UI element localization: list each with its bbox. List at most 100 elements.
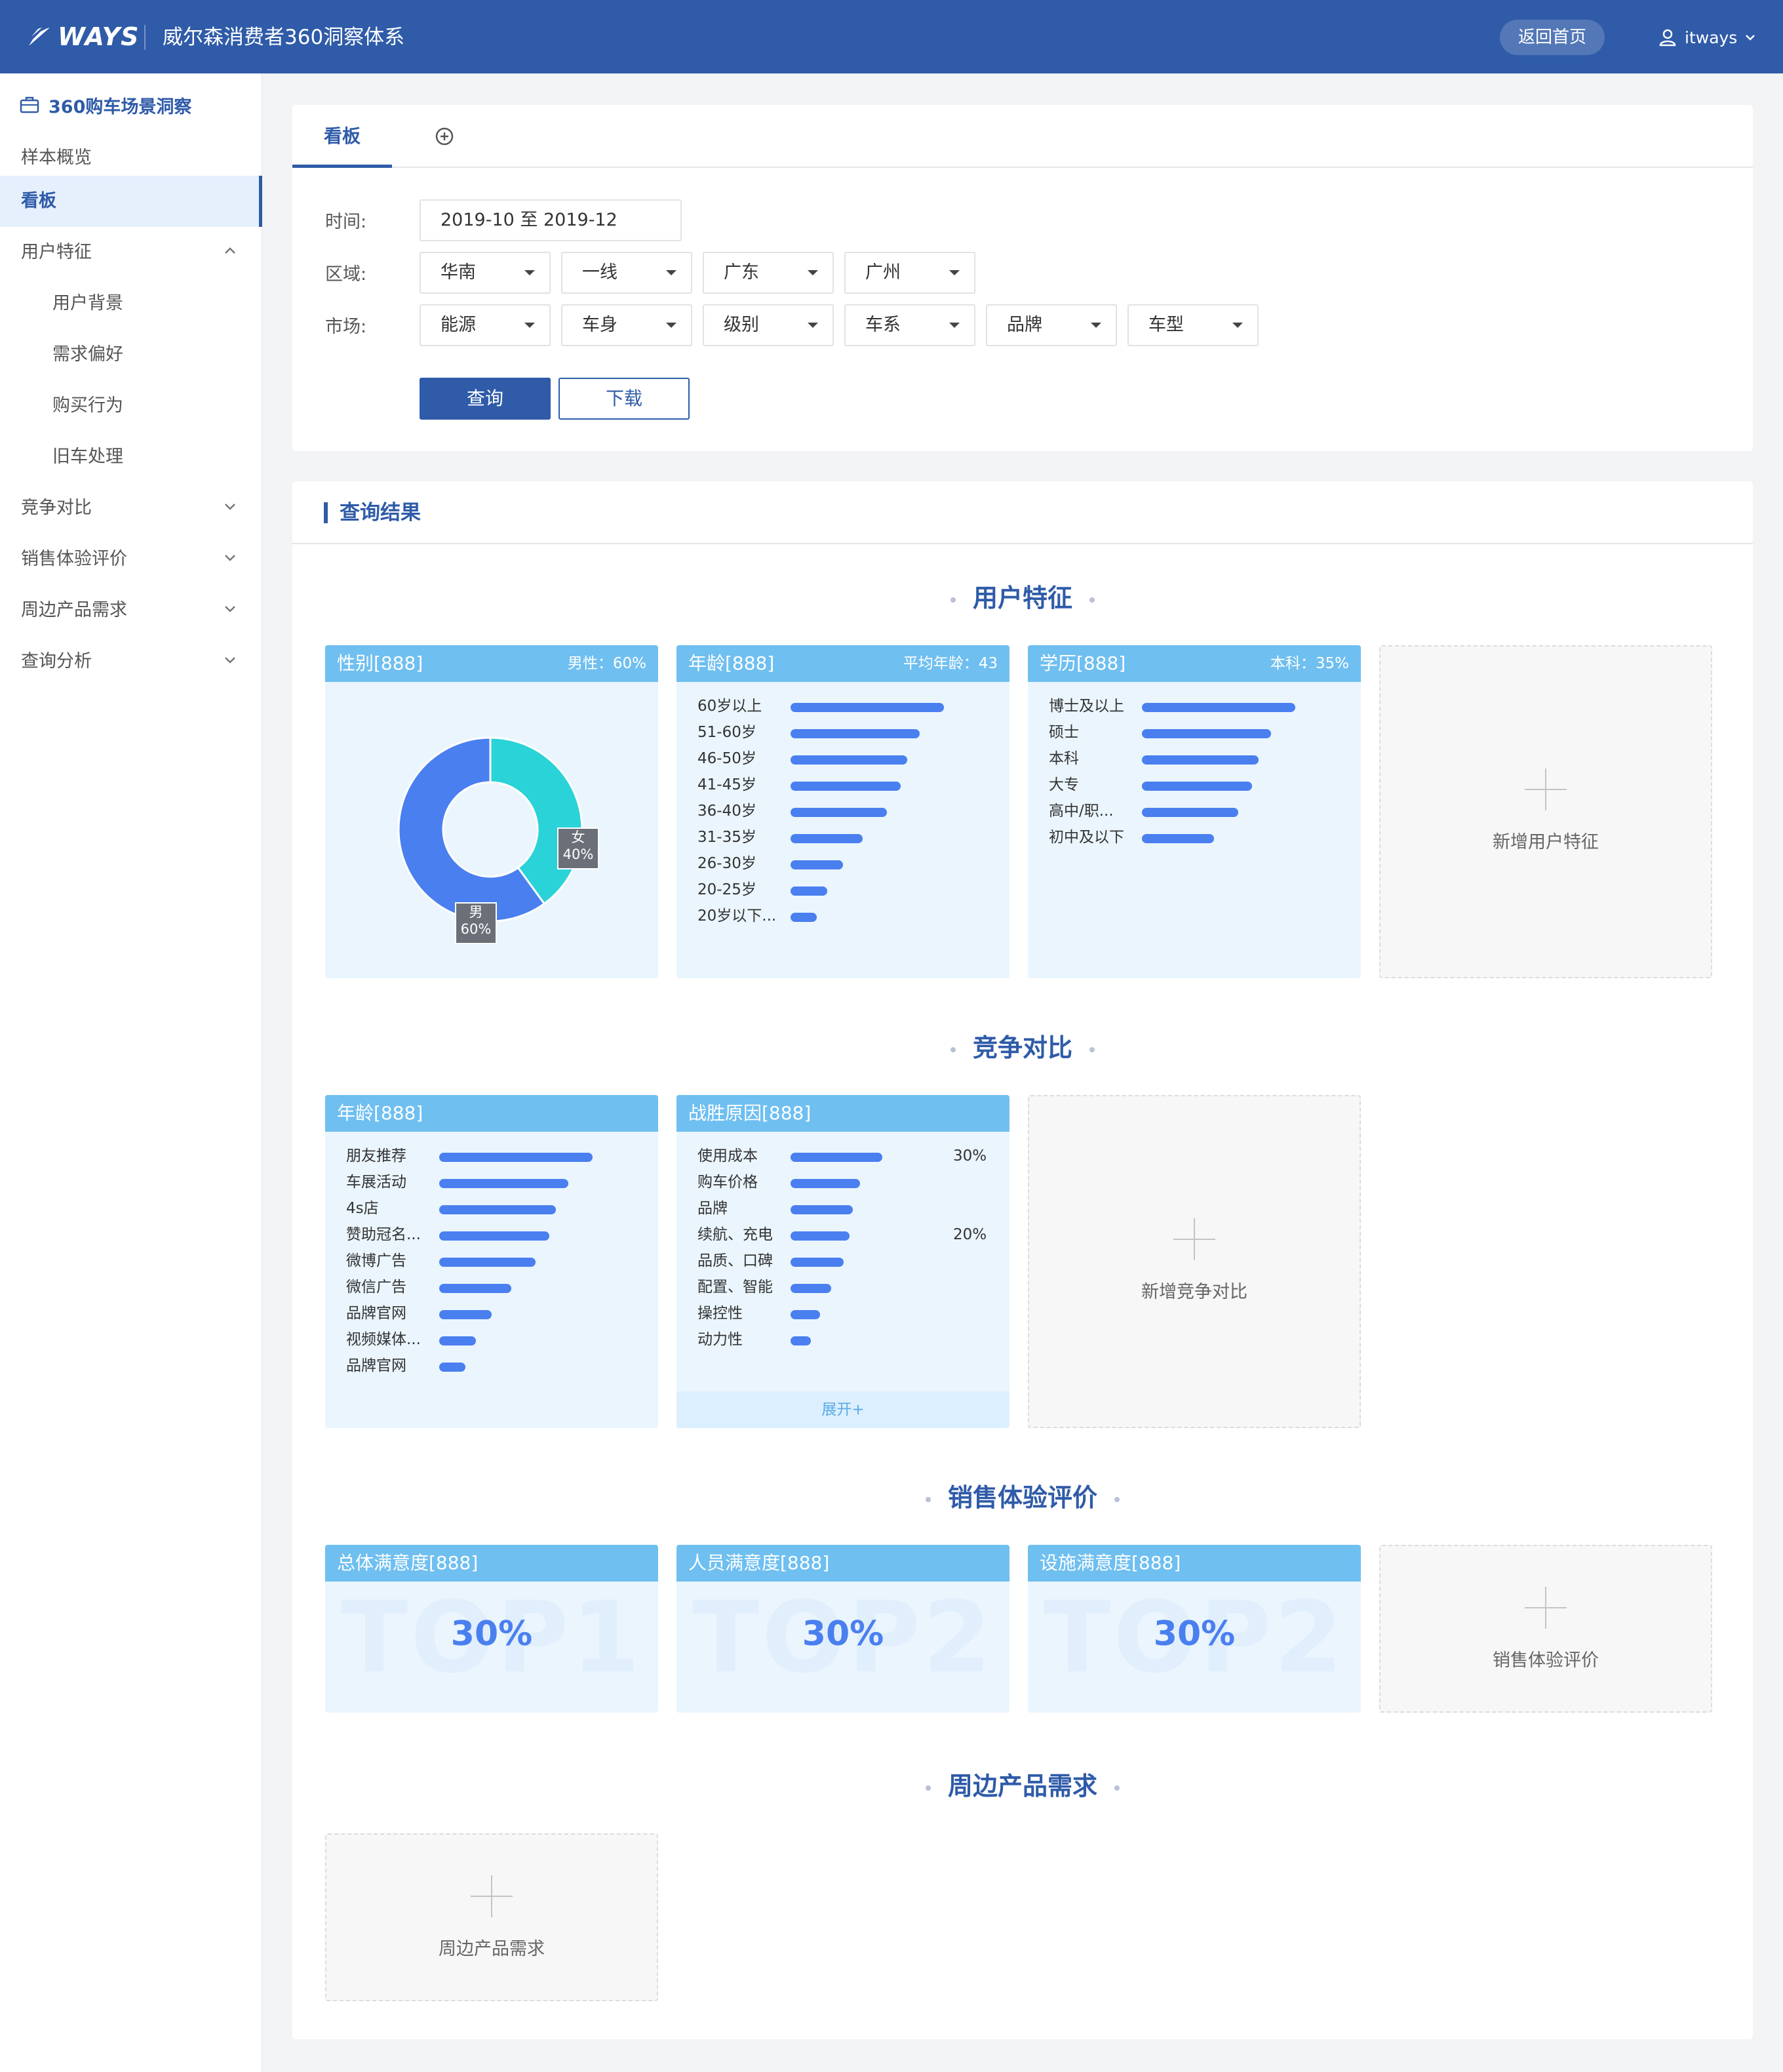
card-header: 设施满意度[888] [1028,1545,1361,1582]
card-title: 总体满意度[888] [337,1552,479,1574]
bar-row: 36-40岁 [697,801,887,821]
bar-row: 硕士 [1049,723,1271,742]
education-card: 学历[888] 本科：35% 博士及以上 硕士 本科 大专 高中/职... 初中及以下 [1028,645,1361,978]
section-title-competition: 竞争对比 [292,1029,1753,1066]
bar-label: 视频媒体... [346,1331,421,1348]
sidebar-item-user-background[interactable]: 用户背景 [0,278,262,329]
sidebar-item-peripheral[interactable]: 周边产品需求 [0,585,262,636]
bar [791,860,843,869]
bar [1142,755,1259,765]
card-header: 性别[888] 男性：60% [325,645,658,682]
bar-row: 使用成本 30% [697,1146,987,1166]
satisfaction-value: 30% [802,1614,884,1654]
bar-row: 购车价格 [697,1172,860,1192]
sidebar-item-competition[interactable]: 竞争对比 [0,483,262,534]
title-dot [1114,1785,1120,1791]
bar [439,1205,556,1214]
results-title: 查询结果 [340,501,421,525]
sidebar-item-purchase-behavior[interactable]: 购买行为 [0,380,262,431]
sidebar-item-query-analysis[interactable]: 查询分析 [0,636,262,687]
male-tag: 男 60% [455,902,497,944]
gender-card: 性别[888] 男性：60% 女 40% 男 60% [325,645,658,978]
home-button[interactable]: 返回首页 [1500,20,1605,55]
card-meta: 平均年龄：43 [903,655,998,672]
bar [439,1179,568,1188]
bar [1142,808,1238,817]
chevron-down-icon [225,504,235,510]
section-title-sales: 销售体验评价 [292,1479,1753,1516]
satisfaction-value: 30% [450,1614,533,1654]
select-value: 级别 [724,315,759,335]
section-title-peripheral: 周边产品需求 [292,1768,1753,1804]
win-reason-card: 战胜原因[888] 使用成本 30% 购车价格 品牌 续航、充电 20% 品质、口碑 配置、智… [676,1095,1009,1428]
bar-row: 品质、口碑 [697,1251,844,1271]
bar [439,1363,465,1372]
female-tag: 女 40% [557,827,599,869]
card-title: 学历[888] [1040,652,1126,674]
market-select-energy[interactable]: 能源 [420,304,551,346]
card-title: 战胜原因[888] [688,1102,812,1124]
bar-row: 31-35岁 [697,827,863,847]
add-competition-card[interactable]: 新增竞争对比 [1028,1095,1361,1428]
bar [791,808,887,817]
select-value: 车身 [582,315,617,335]
bar-row: 操控性 [697,1304,820,1323]
add-peripheral-card[interactable]: 周边产品需求 [325,1833,658,2001]
dropdown-arrow-icon [949,270,960,275]
sidebar-item-used-car[interactable]: 旧车处理 [0,431,262,483]
bar [791,887,827,896]
market-select-level[interactable]: 级别 [703,304,834,346]
sidebar-item-user-features[interactable]: 用户特征 [0,227,262,278]
sidebar-section-header[interactable]: 360购车场景洞察 [20,85,191,125]
sidebar-section-label: 360购车场景洞察 [49,96,192,117]
market-select-body[interactable]: 车身 [561,304,692,346]
card-header: 人员满意度[888] [676,1545,1009,1582]
facility-satisfaction-card: 设施满意度[888] TOP2 30% [1028,1545,1361,1713]
add-user-feature-card[interactable]: 新增用户特征 [1379,645,1712,978]
market-select-model[interactable]: 车型 [1127,304,1259,346]
plus-icon [1173,1218,1215,1260]
bar-label: 品牌官网 [346,1357,406,1374]
bar-label: 36-40岁 [697,803,756,820]
sidebar-item-dashboard[interactable]: 看板 [0,176,262,227]
bar [439,1258,536,1267]
sidebar-item-demand-preference[interactable]: 需求偏好 [0,329,262,380]
bar-label: 操控性 [697,1305,743,1322]
bar-row: 动力性 [697,1330,811,1349]
bar [1142,834,1214,843]
card-header: 年龄[888] [325,1095,658,1132]
market-select-series[interactable]: 车系 [844,304,975,346]
bar [1142,703,1295,712]
title-dot [1089,597,1095,603]
title-dot [925,1785,931,1791]
bar-row: 60岁以上 [697,696,944,716]
add-card-label: 新增竞争对比 [1141,1282,1247,1302]
market-select-brand[interactable]: 品牌 [986,304,1117,346]
region-select-province[interactable]: 广东 [703,252,834,294]
query-button[interactable]: 查询 [420,378,551,420]
card-header: 总体满意度[888] [325,1545,658,1582]
results-panel: 查询结果 用户特征 性别[888] 男性：60% 女 40% 男 60% 年龄[… [292,481,1753,2039]
bar-row: 朋友推荐 [346,1146,593,1166]
top-bar: WAYS 威尔森消费者360洞察体系 返回首页 itways [0,0,1783,73]
tab-dashboard[interactable]: 看板 [292,105,392,168]
time-range-input[interactable]: 2019-10 至 2019-12 [420,199,682,241]
brand-logo[interactable]: WAYS [26,18,140,55]
sidebar-item-label: 竞争对比 [21,498,92,518]
sidebar-item-sales-experience[interactable]: 销售体验评价 [0,534,262,585]
bar [791,1231,850,1241]
select-value: 一线 [582,262,617,283]
add-tab-icon[interactable] [433,125,456,148]
plus-icon [1525,768,1567,810]
bar [791,703,944,712]
add-sales-card[interactable]: 销售体验评价 [1379,1545,1712,1713]
region-select-area[interactable]: 华南 [420,252,551,294]
user-name: itways [1685,28,1738,47]
tab-bar: 看板 [292,105,1753,168]
region-select-city[interactable]: 广州 [844,252,975,294]
user-menu[interactable]: itways [1658,24,1763,51]
region-select-tier[interactable]: 一线 [561,252,692,294]
download-button[interactable]: 下载 [558,378,690,420]
expand-button[interactable]: 展开+ [676,1391,1009,1428]
bar [439,1284,511,1293]
